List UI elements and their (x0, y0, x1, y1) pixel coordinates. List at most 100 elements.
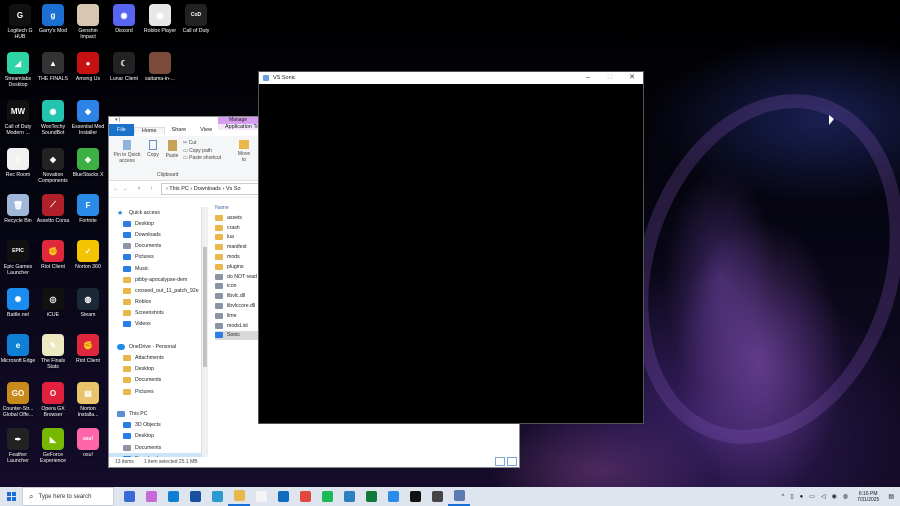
desktop-icon[interactable]: Genshin Impact (70, 4, 106, 40)
nav-arrows[interactable]: ←→ ˅ ↑ (109, 186, 161, 192)
taskbar-app-button[interactable] (272, 487, 294, 506)
desktop-icon[interactable]: F Fortnite (70, 194, 106, 224)
desktop-icon[interactable]: ◉ Discord (106, 4, 142, 34)
desktop-icon[interactable]: ✓ Norton 360 (70, 240, 106, 270)
tray-overflow-chevron-icon[interactable]: ^ (782, 494, 785, 500)
minimize-button[interactable]: – (577, 72, 599, 84)
taskbar-app-button[interactable] (228, 487, 250, 506)
desktop-icon[interactable]: ▣ Roblox Player (142, 4, 178, 34)
taskbar-app-button[interactable] (448, 487, 470, 506)
desktop-icon[interactable]: O Opera GX Browser (35, 382, 71, 418)
copy-path-button[interactable]: ▭ Copy path (183, 148, 221, 156)
nav-item[interactable]: Documents (109, 442, 201, 453)
clock[interactable]: 6:16 PM 7/31/2025 (857, 491, 879, 503)
tab-file[interactable]: File (109, 124, 134, 136)
desktop-icon[interactable]: ◆ Essential Mod Installer (70, 100, 106, 136)
desktop-icon[interactable]: ✊ Riot Client (35, 240, 71, 270)
vs-sonic-window[interactable]: VS Sonic – □ ✕ (258, 71, 644, 424)
desktop-icon[interactable]: ▲ THE FINALS (35, 52, 71, 82)
desktop-icon[interactable]: ⟋ Assetto Corsa (35, 194, 71, 224)
nav-item[interactable]: OneDrive - Personal (109, 341, 201, 352)
close-button[interactable]: ✕ (621, 72, 643, 84)
nav-item[interactable]: Pictures (109, 252, 201, 263)
taskbar-app-button[interactable] (140, 487, 162, 506)
cut-button[interactable]: ✂ Cut (183, 140, 221, 148)
nav-item[interactable]: Desktop (109, 218, 201, 229)
desktop-icon[interactable]: ◢ Streamlabs Desktop (0, 52, 36, 88)
nav-item[interactable]: This PC (109, 408, 201, 419)
desktop-icon[interactable]: ✎ The Finals Stats (35, 334, 71, 370)
tray-discord-icon[interactable]: ◉ (832, 493, 837, 500)
taskbar-app-button[interactable] (250, 487, 272, 506)
desktop-icon[interactable]: ▤ Norton Installa... (70, 382, 106, 418)
desktop-icon[interactable]: G Logitech G HUB (2, 4, 38, 40)
taskbar-app-button[interactable] (316, 487, 338, 506)
taskbar-app-button[interactable] (382, 487, 404, 506)
desktop-icon[interactable]: MW Call of Duty Modern ... (0, 100, 36, 136)
network-icon[interactable]: ▭ (809, 493, 815, 500)
taskbar-app-button[interactable] (162, 487, 184, 506)
nav-item[interactable]: Attachments (109, 352, 201, 363)
nav-item[interactable]: Screenshots (109, 308, 201, 319)
title-bar[interactable]: VS Sonic – □ ✕ (259, 72, 643, 84)
game-canvas[interactable] (259, 84, 643, 423)
desktop-icon[interactable]: ◍ Steam (70, 288, 106, 318)
desktop-icon[interactable]: ◆ Novation Components (35, 148, 71, 184)
nav-item[interactable]: Desktop (109, 364, 201, 375)
taskbar-app-button[interactable] (118, 487, 140, 506)
desktop-icon[interactable]: ◉ WooTechy SoundBot (35, 100, 71, 136)
manage-tab[interactable]: Manage (218, 117, 258, 124)
nav-item[interactable]: Documents (109, 241, 201, 252)
taskbar-app-button[interactable] (184, 487, 206, 506)
nav-item[interactable]: pibby-apocalypse-dem (109, 274, 201, 285)
nav-item[interactable]: Documents (109, 375, 201, 386)
copy-button[interactable]: Copy (145, 140, 161, 158)
desktop-icon[interactable]: ☾ Lunar Client (106, 52, 142, 82)
pin-quick-access-button[interactable]: Pin to Quick access (111, 140, 143, 164)
desktop-icon[interactable]: EPIC Epic Games Launcher (0, 240, 36, 276)
tray-app-icon[interactable]: ▯ (790, 493, 793, 500)
desktop-icon[interactable]: CoD Call of Duty (178, 4, 214, 34)
nav-scrollbar[interactable] (201, 207, 208, 457)
taskbar-app-button[interactable] (404, 487, 426, 506)
taskbar-app-button[interactable] (338, 487, 360, 506)
nav-item[interactable]: Videos (109, 319, 201, 330)
tab-view[interactable]: View (193, 127, 219, 133)
desktop-icon[interactable]: ✊ Riot Client (70, 334, 106, 364)
desktop-icon[interactable]: ▯ Rec Room (0, 148, 36, 178)
start-button[interactable] (0, 487, 22, 506)
desktop-icon[interactable]: saitama-in-... (142, 52, 178, 82)
nav-item[interactable]: Music (109, 263, 201, 274)
desktop-icon[interactable]: ● Among Us (70, 52, 106, 82)
taskbar-app-button[interactable] (426, 487, 448, 506)
taskbar-search[interactable]: ⌕ Type here to search (22, 487, 114, 506)
paste-button[interactable]: Paste (164, 140, 180, 159)
nav-item[interactable]: crossed_out_11_patch_92e (109, 285, 201, 296)
nav-item[interactable]: ★ Quick access (109, 207, 201, 218)
desktop-icon[interactable]: ◈ BlueStacks X (70, 148, 106, 178)
tray-steam-icon[interactable]: ◍ (843, 493, 848, 500)
desktop-icon[interactable]: g Garry's Mod (35, 4, 71, 34)
notifications-icon[interactable]: ▤ (888, 493, 894, 500)
nav-item[interactable]: Pictures (109, 386, 201, 397)
desktop-icon[interactable]: osu! osu! (70, 428, 106, 458)
desktop-icon[interactable]: ✺ Battle.net (0, 288, 36, 318)
nav-item[interactable]: Desktop (109, 431, 201, 442)
desktop-icon[interactable]: ◎ iCUE (35, 288, 71, 318)
nav-item[interactable]: 3D Objects (109, 420, 201, 431)
move-to-button[interactable]: Move to (237, 140, 251, 163)
nav-item[interactable]: Downloads (109, 229, 201, 240)
maximize-button[interactable]: □ (599, 72, 621, 84)
quick-access-toolbar[interactable]: ▾ | (115, 117, 120, 123)
details-view-icon[interactable] (495, 457, 505, 466)
desktop-icon[interactable]: e Microsoft Edge (0, 334, 36, 364)
desktop-icon[interactable]: ✒ Feather Launcher (0, 428, 36, 464)
desktop-icon[interactable]: ◣ GeForce Experience (35, 428, 71, 464)
desktop-icon[interactable]: GO Counter-Str... Global Offe... (0, 382, 36, 418)
scrollbar-thumb[interactable] (203, 247, 207, 367)
paste-shortcut-button[interactable]: ▭ Paste shortcut (183, 155, 221, 163)
volume-icon[interactable]: ◁ (821, 493, 826, 500)
desktop-icon[interactable]: 🗑 Recycle Bin (0, 194, 36, 224)
microphone-icon[interactable]: ● (800, 494, 804, 500)
tab-share[interactable]: Share (165, 127, 194, 133)
